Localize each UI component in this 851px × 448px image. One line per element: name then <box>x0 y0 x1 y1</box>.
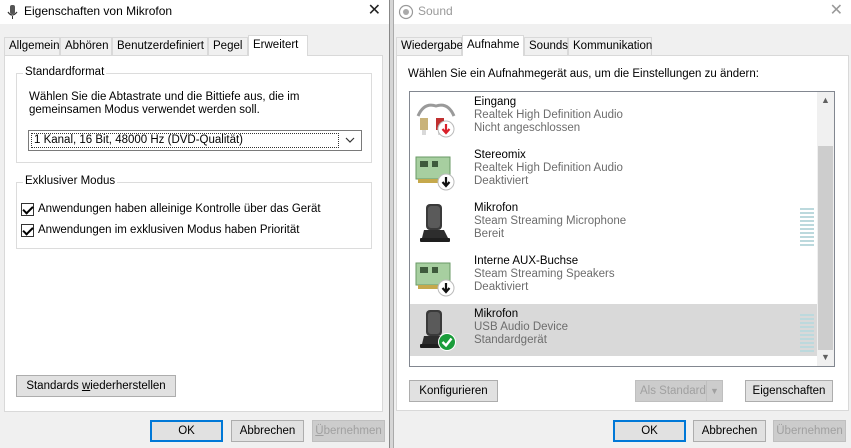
chevron-down-icon[interactable]: ▼ <box>706 381 722 401</box>
checkbox-label: Anwendungen haben alleinige Kontrolle üb… <box>38 203 321 215</box>
title-bar[interactable]: Eigenschaften von Mikrofon ✕ <box>0 0 389 24</box>
level-meter <box>800 314 814 354</box>
device-status: Standardgerät <box>474 334 547 346</box>
list-item[interactable]: Mikrofon Steam Streaming Microphone Bere… <box>410 198 818 250</box>
list-item[interactable]: Stereomix Realtek High Definition Audio … <box>410 145 818 197</box>
apply-button[interactable]: Übernehmen <box>773 420 846 442</box>
list-item[interactable]: Interne AUX-Buchse Steam Streaming Speak… <box>410 251 818 303</box>
cancel-button[interactable]: Abbrechen <box>693 420 766 442</box>
device-status: Deaktiviert <box>474 175 529 187</box>
tab-benutzerdefiniert[interactable]: Benutzerdefiniert <box>112 37 208 55</box>
microphone-properties-window: Eigenschaften von Mikrofon ✕ Allgemein A… <box>0 0 390 448</box>
checkbox-label: Anwendungen im exklusiven Modus haben Pr… <box>38 224 300 236</box>
format-description: Wählen Sie die Abtastrate und die Bittie… <box>29 91 299 117</box>
tab-kommunikation[interactable]: Kommunikation <box>568 37 652 55</box>
tab-panel: Wählen Sie ein Aufnahmegerät aus, um die… <box>396 55 849 411</box>
close-icon[interactable]: ✕ <box>830 2 843 20</box>
description-line: Wählen Sie die Abtastrate und die Bittie… <box>29 91 300 103</box>
device-name: Mikrofon <box>474 308 519 320</box>
properties-button[interactable]: Eigenschaften <box>745 380 833 402</box>
group-label: Standardformat <box>23 66 107 78</box>
cancel-button[interactable]: Abbrechen <box>231 420 304 442</box>
device-driver: Steam Streaming Microphone <box>474 215 627 227</box>
scrollbar-thumb[interactable] <box>818 146 833 350</box>
tab-erweitert[interactable]: Erweitert <box>248 35 308 56</box>
device-status: Deaktiviert <box>474 281 529 293</box>
vertical-scrollbar[interactable]: ▲ ▼ <box>817 92 834 366</box>
level-meter <box>800 208 814 248</box>
restore-defaults-button[interactable]: Standards wiederherstellen <box>16 375 176 397</box>
microphone-icon <box>7 5 18 19</box>
ok-button[interactable]: OK <box>613 420 686 442</box>
tab-pegel[interactable]: Pegel <box>208 37 248 55</box>
list-item[interactable]: Eingang Realtek High Definition Audio Ni… <box>410 92 818 144</box>
microphone-icon <box>420 204 450 242</box>
title-bar[interactable]: Sound ✕ <box>394 0 851 24</box>
button-label: iederherstellen <box>90 380 166 392</box>
tab-aufnahme[interactable]: Aufnahme <box>462 35 524 56</box>
microphone-icon <box>420 310 456 351</box>
exclusive-control-checkbox[interactable] <box>21 203 34 216</box>
tab-wiedergabe[interactable]: Wiedergabe <box>396 37 463 55</box>
device-driver: Realtek High Definition Audio <box>474 109 623 121</box>
device-driver: Realtek High Definition Audio <box>474 162 623 174</box>
format-dropdown[interactable]: 1 Kanal, 16 Bit, 48000 Hz (DVD-Qualität) <box>28 130 362 151</box>
device-driver: Steam Streaming Speakers <box>474 268 615 280</box>
standardformat-group: Standardformat Wählen Sie die Abtastrate… <box>16 66 372 163</box>
device-name: Interne AUX-Buchse <box>474 255 579 267</box>
line-in-cable-icon <box>416 103 456 138</box>
button-label: bernehmen <box>323 425 382 437</box>
device-driver: USB Audio Device <box>474 321 568 333</box>
group-label: Exklusiver Modus <box>23 175 118 187</box>
speaker-icon <box>398 4 414 20</box>
button-label-accesskey: w <box>81 380 91 392</box>
tab-allgemein[interactable]: Allgemein <box>4 37 60 55</box>
format-value: 1 Kanal, 16 Bit, 48000 Hz (DVD-Qualität) <box>31 133 339 148</box>
window-title: Sound <box>418 4 453 18</box>
button-label: Als Standard <box>640 385 706 397</box>
instruction-text: Wählen Sie ein Aufnahmegerät aus, um die… <box>408 68 759 80</box>
chevron-down-icon <box>345 137 355 143</box>
close-icon[interactable]: ✕ <box>368 2 381 20</box>
device-name: Mikrofon <box>474 202 519 214</box>
device-name: Stereomix <box>474 149 526 161</box>
scroll-up-icon[interactable]: ▲ <box>817 92 834 109</box>
configure-button[interactable]: Konfigurieren <box>409 380 498 402</box>
button-label-accesskey: Ü <box>315 425 324 437</box>
tab-abhoeren[interactable]: Abhören <box>60 37 112 55</box>
device-name: Eingang <box>474 96 517 108</box>
list-item-selected[interactable]: Mikrofon USB Audio Device Standardgerät <box>410 304 818 356</box>
button-label: Standards <box>26 380 82 392</box>
tab-panel: Standardformat Wählen Sie die Abtastrate… <box>4 55 383 412</box>
exclusive-priority-checkbox[interactable] <box>21 224 34 237</box>
ok-button[interactable]: OK <box>150 420 223 442</box>
scroll-down-icon[interactable]: ▼ <box>817 349 834 366</box>
sound-card-icon <box>415 156 455 191</box>
sound-card-icon <box>415 262 455 297</box>
recording-device-list[interactable]: Eingang Realtek High Definition Audio Ni… <box>409 91 835 367</box>
window-title: Eigenschaften von Mikrofon <box>24 4 173 18</box>
exclusive-mode-group: Exklusiver Modus Anwendungen haben allei… <box>16 175 372 249</box>
device-status: Bereit <box>474 228 505 240</box>
tab-sounds[interactable]: Sounds <box>524 37 568 55</box>
apply-button[interactable]: Übernehmen <box>312 420 385 442</box>
device-status: Nicht angeschlossen <box>474 122 581 134</box>
sound-window: Sound ✕ Wiedergabe Aufnahme Sounds Kommu… <box>393 0 851 448</box>
set-default-button[interactable]: Als Standard ▼ <box>635 380 723 402</box>
description-line: gemeinsamen Modus verwendet werden soll. <box>29 104 260 116</box>
